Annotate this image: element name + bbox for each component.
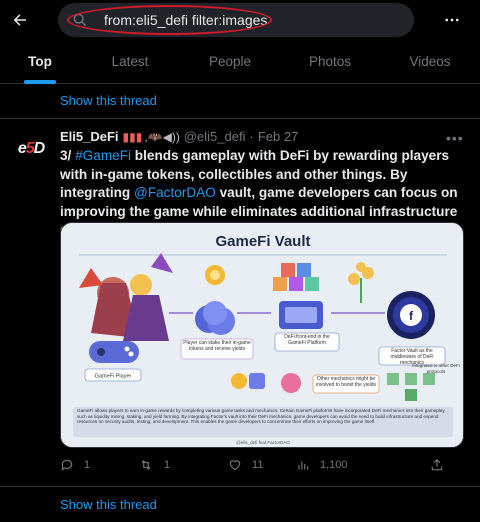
- tab-top[interactable]: Top: [0, 40, 80, 84]
- search-input[interactable]: from:eli5_defi filter:images: [58, 3, 414, 37]
- search-query: from:eli5_defi filter:images: [104, 12, 268, 28]
- share-icon: [431, 458, 443, 471]
- tab-videos[interactable]: Videos: [380, 40, 480, 83]
- bat-emoji-icon: ,🦇◀)): [144, 129, 180, 144]
- tab-photos[interactable]: Photos: [280, 40, 380, 83]
- label-defi-frontend: DeFi front-end in the GameFi Platform: [284, 334, 330, 346]
- views-icon: [298, 461, 309, 470]
- more-options-button[interactable]: [440, 8, 464, 32]
- heart-icon: [229, 460, 241, 471]
- tweet-actions: 1 1 11 1,100: [60, 458, 464, 478]
- mention-link[interactable]: @FactorDAO: [134, 185, 216, 200]
- tweet-prefix: 3/: [60, 148, 76, 163]
- separator-dot: ·: [249, 129, 254, 144]
- tweet-more-icon[interactable]: •••: [446, 130, 464, 146]
- label-other-mechanics: Other mechanics might be involved to boo…: [315, 376, 377, 388]
- avatar-logo: e5D: [17, 140, 45, 157]
- active-tab-indicator: [24, 80, 56, 84]
- tab-latest[interactable]: Latest: [80, 40, 180, 83]
- reply-button[interactable]: 1: [60, 458, 90, 472]
- image-title: GameFi Vault: [215, 233, 310, 250]
- tab-label: Photos: [308, 54, 352, 69]
- view-count: 1,100: [320, 459, 348, 471]
- retweet-icon: [141, 460, 151, 470]
- infographic: GameFi Vault GameFi Player Player can st…: [61, 223, 463, 447]
- retweet-count: 1: [164, 459, 171, 471]
- image-caption: GameFi allows players to earn in-game re…: [77, 408, 446, 425]
- factor-vault-icon: f: [387, 291, 435, 339]
- tweet-header: Eli5_DeFi ▮▮▮ ,🦇◀)) @eli5_defi · Feb 27: [60, 129, 298, 144]
- label-player-stake: Player can stake their in-game tokens an…: [183, 340, 251, 352]
- author-handle[interactable]: @eli5_defi: [184, 129, 246, 144]
- more-horizontal-icon: [445, 18, 459, 22]
- show-thread-link[interactable]: Show this thread: [60, 497, 157, 512]
- label-integrated: Integrated to other DeFi protocols: [412, 363, 460, 374]
- views-button[interactable]: 1,100: [296, 458, 348, 472]
- fire-emoji-icon: ▮▮▮: [122, 129, 143, 144]
- tab-label: Latest: [111, 54, 149, 69]
- label-gamefi-player: GameFi Player: [95, 374, 132, 380]
- avatar[interactable]: e5D: [12, 130, 50, 168]
- like-button[interactable]: 11: [228, 458, 263, 472]
- tweet-image[interactable]: GameFi Vault GameFi Player Player can st…: [60, 222, 464, 448]
- tab-label: Top: [28, 54, 52, 69]
- label-factor-vault: Factor Vault as the middleware of DeFi m…: [390, 348, 434, 364]
- divider: [0, 486, 480, 487]
- tab-label: Videos: [409, 54, 451, 69]
- divider: [0, 118, 480, 119]
- tweet-date[interactable]: Feb 27: [258, 129, 298, 144]
- retweet-button[interactable]: 1: [138, 458, 170, 472]
- share-button[interactable]: [430, 458, 444, 472]
- tab-people[interactable]: People: [180, 40, 280, 83]
- like-count: 11: [252, 459, 264, 471]
- show-thread-link[interactable]: Show this thread: [60, 93, 157, 108]
- search-icon: [73, 13, 87, 27]
- game-controller-icon: [89, 341, 139, 363]
- search-tabs: Top Latest People Photos Videos: [0, 40, 480, 84]
- reply-icon: [61, 459, 73, 472]
- back-button[interactable]: [8, 8, 32, 32]
- reply-count: 1: [84, 459, 91, 471]
- tab-label: People: [208, 54, 252, 69]
- top-bar: from:eli5_defi filter:images: [0, 0, 480, 40]
- hashtag-link[interactable]: #GameFi: [75, 148, 131, 163]
- arrow-left-icon: [13, 14, 26, 26]
- image-credit: @eli5_defi feat.FactorDAO: [236, 440, 290, 445]
- author-name[interactable]: Eli5_DeFi: [60, 129, 119, 144]
